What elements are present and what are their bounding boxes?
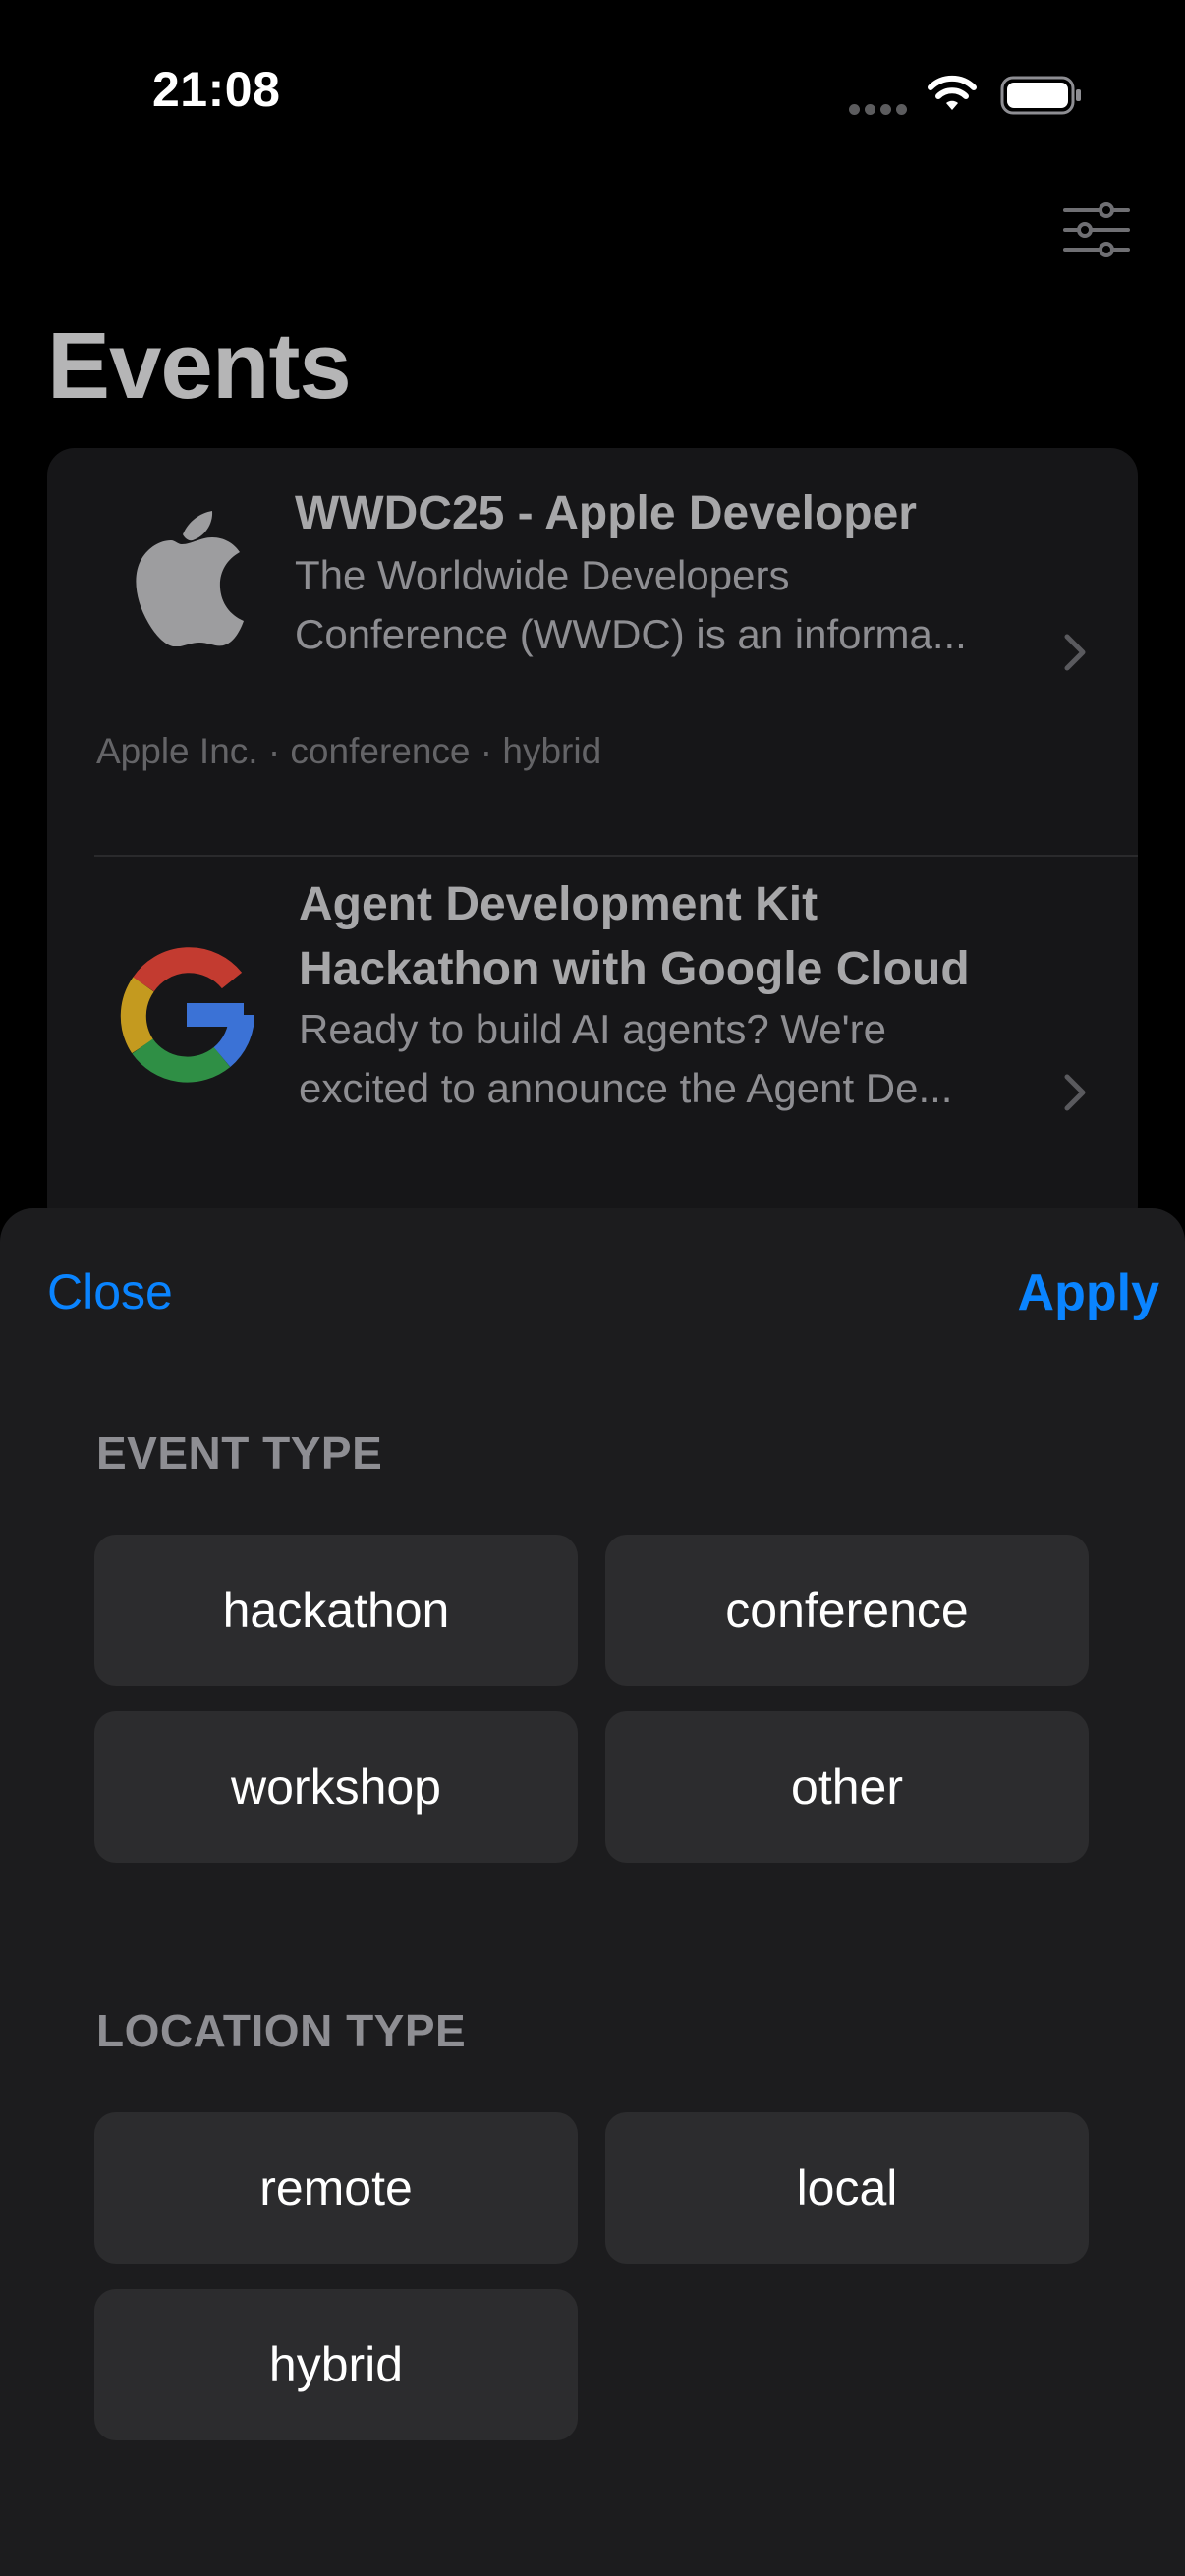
chip-remote[interactable]: remote bbox=[94, 2112, 578, 2264]
google-logo-icon bbox=[120, 947, 254, 1083]
chip-conference[interactable]: conference bbox=[605, 1535, 1089, 1686]
chevron-right-icon bbox=[1064, 634, 1086, 671]
chevron-right-icon bbox=[1064, 1074, 1086, 1111]
event-meta: Apple Inc. · conference · hybrid bbox=[96, 731, 602, 771]
location-type-label: LOCATION TYPE bbox=[96, 2005, 467, 2056]
event-row-adk-hackathon[interactable]: Agent Development Kit Hackathon with Goo… bbox=[47, 857, 1138, 1234]
event-description: Ready to build AI agents? We're excited … bbox=[299, 1006, 953, 1111]
chip-local[interactable]: local bbox=[605, 2112, 1089, 2264]
chip-other[interactable]: other bbox=[605, 1711, 1089, 1863]
sliders-icon[interactable] bbox=[1063, 202, 1130, 257]
events-page: Events WWDC25 - Apple Developer The Worl… bbox=[0, 0, 1185, 1234]
page-title: Events bbox=[47, 313, 352, 419]
chip-hackathon[interactable]: hackathon bbox=[94, 1535, 578, 1686]
close-button[interactable]: Close bbox=[47, 1263, 173, 1320]
chip-hybrid[interactable]: hybrid bbox=[94, 2289, 578, 2440]
apply-button[interactable]: Apply bbox=[1018, 1263, 1159, 1322]
apple-logo-icon bbox=[136, 511, 244, 646]
event-description: The Worldwide Developers Conference (WWD… bbox=[295, 552, 967, 657]
filter-sheet: Close Apply EVENT TYPE hackathon confere… bbox=[0, 1208, 1185, 2576]
chip-workshop[interactable]: workshop bbox=[94, 1711, 578, 1863]
event-title: Agent Development Kit Hackathon with Goo… bbox=[299, 878, 970, 995]
event-row-wwdc[interactable]: WWDC25 - Apple Developer The Worldwide D… bbox=[47, 448, 1138, 857]
event-title: WWDC25 - Apple Developer bbox=[295, 487, 917, 539]
event-type-label: EVENT TYPE bbox=[96, 1428, 383, 1479]
events-list: WWDC25 - Apple Developer The Worldwide D… bbox=[47, 448, 1138, 1234]
